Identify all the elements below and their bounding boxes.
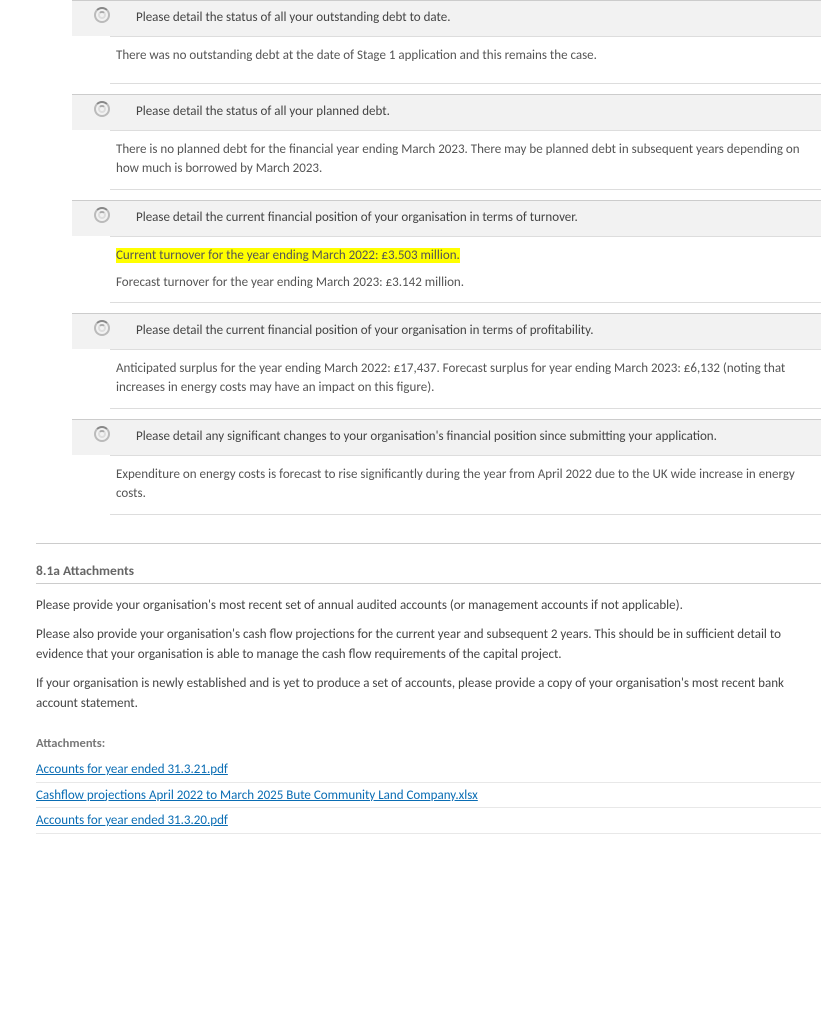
loading-icon-cell xyxy=(72,207,132,223)
loading-icon-cell xyxy=(72,426,132,442)
answer-row: Expenditure on energy costs is forecast … xyxy=(110,455,821,515)
answer-text: Expenditure on energy costs is forecast … xyxy=(116,466,815,504)
answer-text: Current turnover for the year ending Mar… xyxy=(116,247,815,266)
qa-item: Please detail the current financial posi… xyxy=(72,313,821,409)
loading-spinner-icon xyxy=(94,426,110,442)
question-row: Please detail the status of all your pla… xyxy=(72,94,821,130)
question-row: Please detail the current financial posi… xyxy=(72,313,821,349)
answer-row: There is no planned debt for the financi… xyxy=(110,130,821,190)
attachments-instruction-3: If your organisation is newly establishe… xyxy=(36,674,821,713)
section-divider xyxy=(36,543,821,544)
attachment-files: Accounts for year ended 31.3.21.pdf Cashf… xyxy=(36,760,821,834)
attachments-instruction-2: Please also provide your organisation's … xyxy=(36,625,821,664)
loading-spinner-icon xyxy=(94,101,110,117)
highlighted-text: Current turnover for the year ending Mar… xyxy=(116,248,460,263)
question-row: Please detail the status of all your out… xyxy=(72,0,821,36)
attachments-list-label: Attachments: xyxy=(36,735,821,754)
loading-icon-cell xyxy=(72,7,132,23)
question-text: Please detail the status of all your pla… xyxy=(132,101,811,123)
attachment-file-link[interactable]: Accounts for year ended 31.3.20.pdf xyxy=(36,811,821,834)
answer-row: Anticipated surplus for the year ending … xyxy=(110,349,821,409)
loading-spinner-icon xyxy=(94,7,110,23)
question-text: Please detail the current financial posi… xyxy=(132,207,811,229)
loading-icon-cell xyxy=(72,320,132,336)
answer-text: There was no outstanding debt at the dat… xyxy=(116,47,815,66)
form-page: Please detail the status of all your out… xyxy=(0,0,821,877)
qa-item: Please detail any significant changes to… xyxy=(72,419,821,515)
attachments-section: 8.1a Attachments Please provide your org… xyxy=(36,562,821,834)
question-row: Please detail any significant changes to… xyxy=(72,419,821,455)
loading-icon-cell xyxy=(72,101,132,117)
answer-row: Current turnover for the year ending Mar… xyxy=(110,236,821,304)
answer-text: Anticipated surplus for the year ending … xyxy=(116,360,815,398)
qa-item: Please detail the status of all your pla… xyxy=(72,94,821,190)
qa-list: Please detail the status of all your out… xyxy=(0,0,821,515)
loading-spinner-icon xyxy=(94,207,110,223)
loading-spinner-icon xyxy=(94,320,110,336)
question-text: Please detail the current financial posi… xyxy=(132,320,811,342)
qa-item: Please detail the status of all your out… xyxy=(72,0,821,84)
question-row: Please detail the current financial posi… xyxy=(72,200,821,236)
attachments-body: Please provide your organisation's most … xyxy=(36,583,821,834)
qa-item: Please detail the current financial posi… xyxy=(72,200,821,304)
attachments-instruction-1: Please provide your organisation's most … xyxy=(36,596,821,616)
answer-text: There is no planned debt for the financi… xyxy=(116,141,815,179)
attachments-list: Attachments: Accounts for year ended 31.… xyxy=(36,735,821,833)
answer-row: There was no outstanding debt at the dat… xyxy=(110,36,821,84)
attachment-file-link[interactable]: Cashflow projections April 2022 to March… xyxy=(36,786,821,809)
attachment-file-link[interactable]: Accounts for year ended 31.3.21.pdf xyxy=(36,760,821,783)
question-text: Please detail the status of all your out… xyxy=(132,7,811,29)
question-text: Please detail any significant changes to… xyxy=(132,426,811,448)
attachments-heading: 8.1a Attachments xyxy=(36,562,821,579)
answer-extra-text: Forecast turnover for the year ending Ma… xyxy=(116,274,815,293)
